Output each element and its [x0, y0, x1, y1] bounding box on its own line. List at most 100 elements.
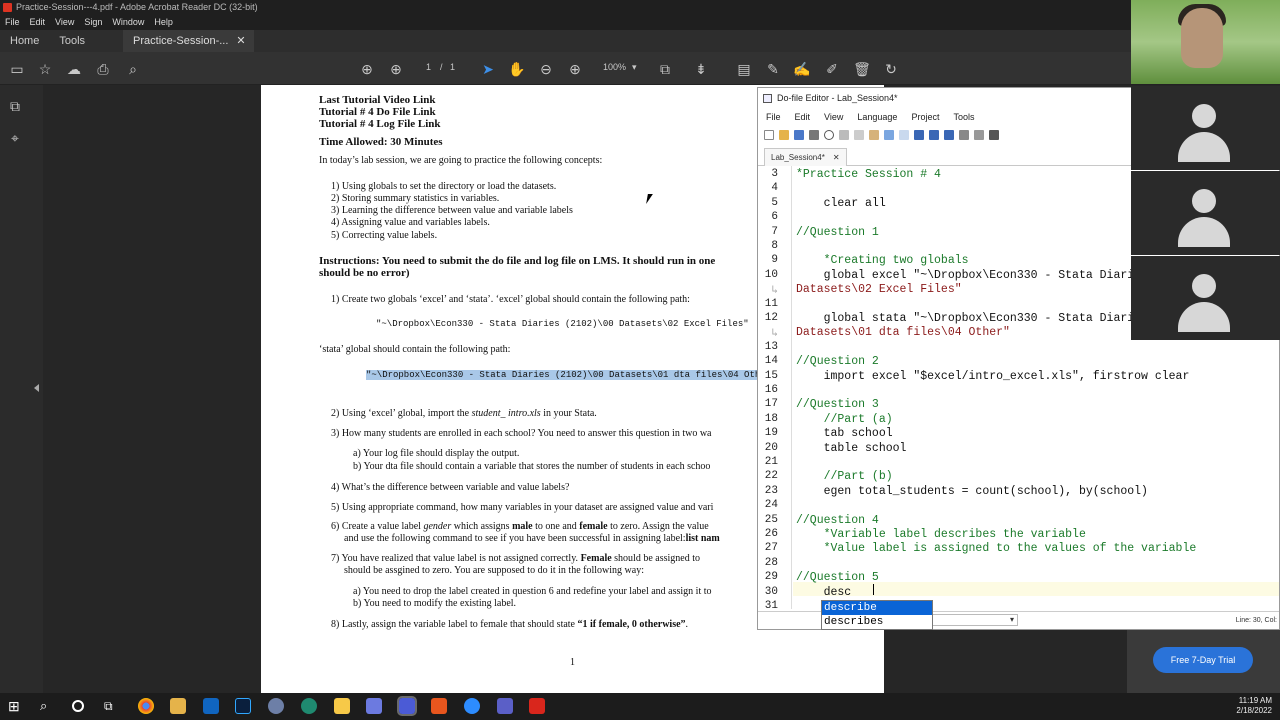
- stata-path-selected[interactable]: "~\Dropbox\Econ330 - Stata Diaries (2102…: [366, 370, 761, 380]
- status-dropdown[interactable]: ▾: [928, 614, 1018, 626]
- new-file-icon[interactable]: [764, 130, 774, 140]
- attachment-icon[interactable]: ⌖: [6, 129, 24, 147]
- autocomplete-item[interactable]: describe: [822, 601, 932, 615]
- line-number: 16: [764, 384, 778, 396]
- search-icon[interactable]: ⌕: [124, 60, 142, 78]
- zoom-level[interactable]: 100%: [603, 62, 626, 72]
- zoom-in-icon[interactable]: ⊕: [566, 60, 584, 78]
- highlight-pen-icon[interactable]: ✎: [764, 60, 782, 78]
- editor-menu-project[interactable]: Project: [911, 108, 939, 126]
- copy-icon[interactable]: [854, 130, 864, 140]
- menu-window[interactable]: Window: [112, 15, 144, 30]
- save-icon[interactable]: [794, 130, 804, 140]
- open-folder-icon[interactable]: [779, 130, 789, 140]
- save-icon[interactable]: ▭: [8, 60, 26, 78]
- menu-sign[interactable]: Sign: [84, 15, 102, 30]
- menu-help[interactable]: Help: [154, 15, 173, 30]
- presenter-face: [1181, 8, 1223, 68]
- file-explorer-icon[interactable]: [170, 698, 186, 714]
- stata-do-file-icon: [763, 94, 772, 103]
- editor-menu-language[interactable]: Language: [857, 108, 897, 126]
- search-icon[interactable]: ⌕: [40, 698, 56, 714]
- zoom-out-icon[interactable]: ⊖: [537, 60, 555, 78]
- draw-icon[interactable]: ✍: [793, 60, 811, 78]
- windows-start-icon[interactable]: ⊞: [8, 698, 24, 714]
- page-current[interactable]: 1: [426, 62, 431, 72]
- cortana-icon[interactable]: [72, 700, 84, 712]
- comment-icon[interactable]: ▤: [735, 60, 753, 78]
- calculator-icon[interactable]: [366, 698, 382, 714]
- edit-text-icon[interactable]: ✐: [823, 60, 841, 78]
- code-line: *Variable label describes the variable: [796, 528, 1086, 541]
- delete-icon[interactable]: 🗑: [853, 60, 871, 78]
- find-icon[interactable]: [824, 130, 834, 140]
- photoshop-icon[interactable]: [235, 698, 251, 714]
- show-file-icon[interactable]: [959, 130, 969, 140]
- editor-menu-file[interactable]: File: [766, 108, 781, 126]
- link-video[interactable]: Last Tutorial Video Link: [319, 94, 435, 106]
- menu-bar: File Edit View Sign Window Help: [0, 15, 1280, 30]
- close-icon[interactable]: ✕: [236, 30, 245, 52]
- mouse-pointer-icon: [646, 194, 658, 204]
- video-tile-presenter[interactable]: [1131, 0, 1280, 84]
- prev-bookmark-icon[interactable]: [929, 130, 939, 140]
- collapse-panel-icon[interactable]: [34, 384, 39, 392]
- scroll-mode-icon[interactable]: ⇟: [692, 60, 710, 78]
- menu-file[interactable]: File: [5, 15, 20, 30]
- pages-thumbnail-icon[interactable]: ⧉: [6, 97, 24, 115]
- tab-home[interactable]: Home: [0, 30, 49, 52]
- autocomplete-list[interactable]: describe describes: [821, 600, 933, 630]
- chevron-down-icon[interactable]: ▾: [632, 62, 637, 73]
- autocomplete-item[interactable]: describes: [822, 615, 932, 629]
- teams-icon[interactable]: [497, 698, 513, 714]
- bookmark-star-icon[interactable]: ☆: [36, 60, 54, 78]
- editor-menu-edit[interactable]: Edit: [795, 108, 811, 126]
- select-pointer-icon[interactable]: ➤: [479, 60, 497, 78]
- office-icon[interactable]: [431, 698, 447, 714]
- next-page-icon[interactable]: ⊕: [387, 60, 405, 78]
- undo-icon[interactable]: [884, 130, 894, 140]
- hand-tool-icon[interactable]: ✋: [508, 60, 526, 78]
- print-icon[interactable]: [809, 130, 819, 140]
- editor-menu-view[interactable]: View: [824, 108, 843, 126]
- cut-icon[interactable]: [839, 130, 849, 140]
- close-icon[interactable]: ✕: [833, 149, 840, 166]
- tab-tools[interactable]: Tools: [49, 30, 95, 52]
- redo-icon[interactable]: [899, 130, 909, 140]
- acrobat-icon[interactable]: [529, 698, 545, 714]
- video-tile-participant[interactable]: [1131, 171, 1280, 255]
- question-7a: a) You need to drop the label created in…: [353, 586, 712, 597]
- avatar-icon: [1178, 274, 1230, 332]
- outlook-icon[interactable]: [203, 698, 219, 714]
- stata-icon[interactable]: [397, 696, 417, 716]
- print-icon[interactable]: ⎙: [94, 60, 112, 78]
- system-clock[interactable]: 11:19 AM 2/18/2022: [1236, 696, 1272, 716]
- fit-page-icon[interactable]: ⧉: [656, 60, 674, 78]
- bookmark-icon[interactable]: [914, 130, 924, 140]
- run-icon[interactable]: [974, 130, 984, 140]
- previous-page-icon[interactable]: ⊕: [358, 60, 376, 78]
- free-trial-button[interactable]: Free 7-Day Trial: [1153, 647, 1253, 673]
- sticky-notes-icon[interactable]: [334, 698, 350, 714]
- tab-document[interactable]: Practice-Session-... ✕: [123, 30, 254, 52]
- task-view-icon[interactable]: ⧉: [104, 698, 120, 714]
- menu-edit[interactable]: Edit: [30, 15, 46, 30]
- link-do-file[interactable]: Tutorial # 4 Do File Link: [319, 106, 436, 118]
- link-log-file[interactable]: Tutorial # 4 Log File Link: [319, 118, 441, 130]
- upload-cloud-icon[interactable]: ☁: [65, 60, 83, 78]
- menu-view[interactable]: View: [55, 15, 74, 30]
- line-number: 15: [764, 369, 778, 382]
- rotate-icon[interactable]: ↻: [882, 60, 900, 78]
- zoom-icon[interactable]: [464, 698, 480, 714]
- paste-icon[interactable]: [869, 130, 879, 140]
- next-bookmark-icon[interactable]: [944, 130, 954, 140]
- r-icon[interactable]: [268, 698, 284, 714]
- editor-menu-tools[interactable]: Tools: [953, 108, 974, 126]
- video-tile-participant[interactable]: [1131, 86, 1280, 170]
- execute-do-icon[interactable]: [989, 130, 999, 140]
- search-app-icon[interactable]: [301, 698, 317, 714]
- chrome-icon[interactable]: [138, 698, 154, 714]
- editor-tab[interactable]: Lab_Session4* ✕: [764, 148, 847, 166]
- code-line: global excel "~\Dropbox\Econ330 - Stata …: [796, 268, 1135, 282]
- video-tile-participant[interactable]: [1131, 256, 1280, 340]
